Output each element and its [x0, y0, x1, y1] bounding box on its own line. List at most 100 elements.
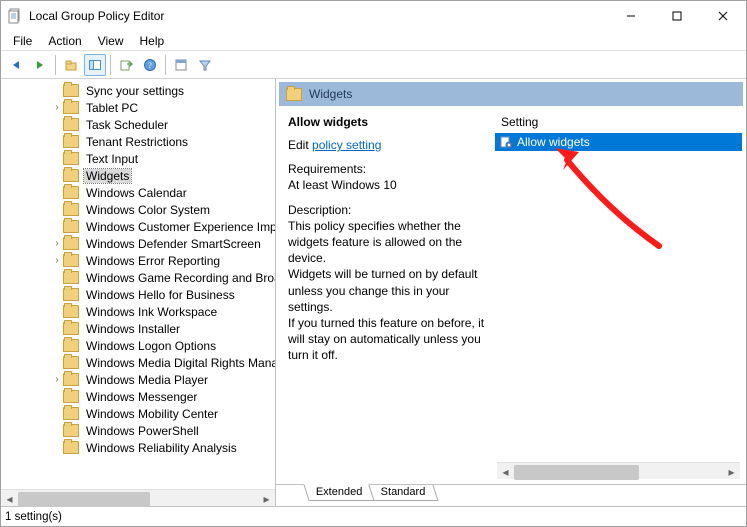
tree-item-label: Windows Logon Options	[84, 339, 218, 353]
tree-item[interactable]: Windows Color System	[1, 201, 275, 218]
tree-item[interactable]: › Windows Error Reporting	[1, 252, 275, 269]
tree-item-label: Text Input	[84, 152, 140, 166]
status-text: 1 setting(s)	[5, 511, 62, 523]
chevron-right-icon[interactable]: ›	[51, 374, 63, 385]
edit-label-prefix: Edit	[288, 138, 309, 152]
menu-file[interactable]: File	[5, 32, 40, 50]
titlebar: Local Group Policy Editor	[1, 1, 746, 31]
folder-icon	[63, 305, 79, 318]
tree-item-label: Windows Media Digital Rights Management	[84, 356, 275, 370]
scroll-left-icon[interactable]: ◂	[497, 463, 514, 480]
setting-row-allow-widgets[interactable]: Allow widgets	[495, 133, 742, 151]
detail-panel: Allow widgets Edit policy setting Requir…	[280, 107, 495, 483]
folder-icon	[63, 203, 79, 216]
tree-hscrollbar[interactable]: ◂ ▸	[1, 489, 275, 506]
tree-item-label: Windows Mobility Center	[84, 407, 220, 421]
chevron-right-icon[interactable]: ›	[51, 102, 63, 113]
tree-item[interactable]: Tenant Restrictions	[1, 133, 275, 150]
column-header-setting[interactable]: Setting	[495, 113, 742, 133]
tree-item[interactable]: Windows Logon Options	[1, 337, 275, 354]
tree-item[interactable]: Windows Ink Workspace	[1, 303, 275, 320]
maximize-button[interactable]	[654, 1, 700, 31]
statusbar: 1 setting(s)	[1, 506, 746, 526]
description-p1: This policy specifies whether the widget…	[288, 218, 487, 267]
category-title: Widgets	[309, 87, 352, 101]
app-icon	[7, 8, 23, 24]
tree-item[interactable]: Widgets	[1, 167, 275, 184]
description-p3: If you turned this feature on before, it…	[288, 315, 487, 364]
tree-item-label: Windows Error Reporting	[84, 254, 222, 268]
tree-item[interactable]: Windows Customer Experience Improvement	[1, 218, 275, 235]
tree-item-label: Windows Calendar	[84, 186, 189, 200]
description-label: Description:	[288, 202, 487, 218]
folder-icon	[63, 390, 79, 403]
description-p2: Widgets will be turned on by default unl…	[288, 266, 487, 315]
tab-standard[interactable]: Standard	[369, 485, 439, 501]
minimize-button[interactable]	[608, 1, 654, 31]
tree-item-label: Windows Ink Workspace	[84, 305, 219, 319]
tree-item-label: Widgets	[84, 169, 131, 183]
scroll-thumb[interactable]	[514, 465, 639, 480]
tree-item[interactable]: ›Tablet PC	[1, 99, 275, 116]
tree-item[interactable]: Windows Reliability Analysis	[1, 439, 275, 456]
tree-item[interactable]: Windows Game Recording and Broadcasting	[1, 269, 275, 286]
requirements-text: At least Windows 10	[288, 177, 487, 193]
tree-item-label: Windows Defender SmartScreen	[84, 237, 263, 251]
tree-item-label: Task Scheduler	[84, 118, 170, 132]
window-title: Local Group Policy Editor	[29, 9, 164, 23]
tree-item[interactable]: › Windows Media Player	[1, 371, 275, 388]
tree-item[interactable]: Text Input	[1, 150, 275, 167]
settings-list[interactable]: Setting Allow widgets ◂ ▸	[495, 107, 742, 483]
list-hscrollbar[interactable]: ◂ ▸	[497, 462, 740, 479]
tree-item[interactable]: Sync your settings	[1, 82, 275, 99]
category-header: Widgets	[279, 82, 743, 106]
svg-text:?: ?	[148, 61, 152, 70]
tree-item[interactable]: Task Scheduler	[1, 116, 275, 133]
tree-item-label: Windows Messenger	[84, 390, 199, 404]
filter-button[interactable]	[194, 54, 216, 76]
tree-item-label: Windows Media Player	[84, 373, 210, 387]
policy-heading: Allow widgets	[288, 115, 487, 129]
export-button[interactable]	[115, 54, 137, 76]
navigation-tree[interactable]: Sync your settings›Tablet PC Task Schedul…	[1, 79, 275, 489]
folder-icon	[63, 441, 79, 454]
toolbar: ?	[1, 51, 746, 79]
scroll-right-icon[interactable]: ▸	[723, 463, 740, 480]
tree-item[interactable]: Windows Installer	[1, 320, 275, 337]
help-button[interactable]: ?	[139, 54, 161, 76]
scroll-right-icon[interactable]: ▸	[258, 490, 275, 507]
folder-icon	[63, 84, 79, 97]
up-button[interactable]	[60, 54, 82, 76]
tree-item[interactable]: Windows PowerShell	[1, 422, 275, 439]
properties-button[interactable]	[170, 54, 192, 76]
tree-item[interactable]: Windows Calendar	[1, 184, 275, 201]
tree-item[interactable]: Windows Mobility Center	[1, 405, 275, 422]
tree-item[interactable]: Windows Messenger	[1, 388, 275, 405]
menubar: File Action View Help	[1, 31, 746, 51]
folder-icon	[63, 271, 79, 284]
folder-icon	[63, 152, 79, 165]
view-tabs: Extended Standard	[276, 484, 746, 506]
folder-icon	[63, 220, 79, 233]
chevron-right-icon[interactable]: ›	[51, 255, 63, 266]
tree-item[interactable]: › Windows Defender SmartScreen	[1, 235, 275, 252]
menu-view[interactable]: View	[90, 32, 132, 50]
folder-icon	[286, 88, 302, 101]
forward-button[interactable]	[29, 54, 51, 76]
folder-icon	[63, 186, 79, 199]
close-button[interactable]	[700, 1, 746, 31]
folder-icon	[63, 424, 79, 437]
back-button[interactable]	[5, 54, 27, 76]
menu-action[interactable]: Action	[40, 32, 89, 50]
menu-help[interactable]: Help	[132, 32, 173, 50]
folder-icon	[63, 288, 79, 301]
show-hide-tree-button[interactable]	[84, 54, 106, 76]
tab-extended[interactable]: Extended	[303, 484, 375, 501]
scroll-thumb[interactable]	[18, 492, 150, 507]
chevron-right-icon[interactable]: ›	[51, 238, 63, 249]
scroll-left-icon[interactable]: ◂	[1, 490, 18, 507]
edit-policy-link[interactable]: policy setting	[312, 138, 381, 152]
tree-item[interactable]: Windows Hello for Business	[1, 286, 275, 303]
folder-icon	[63, 101, 79, 114]
tree-item[interactable]: Windows Media Digital Rights Management	[1, 354, 275, 371]
